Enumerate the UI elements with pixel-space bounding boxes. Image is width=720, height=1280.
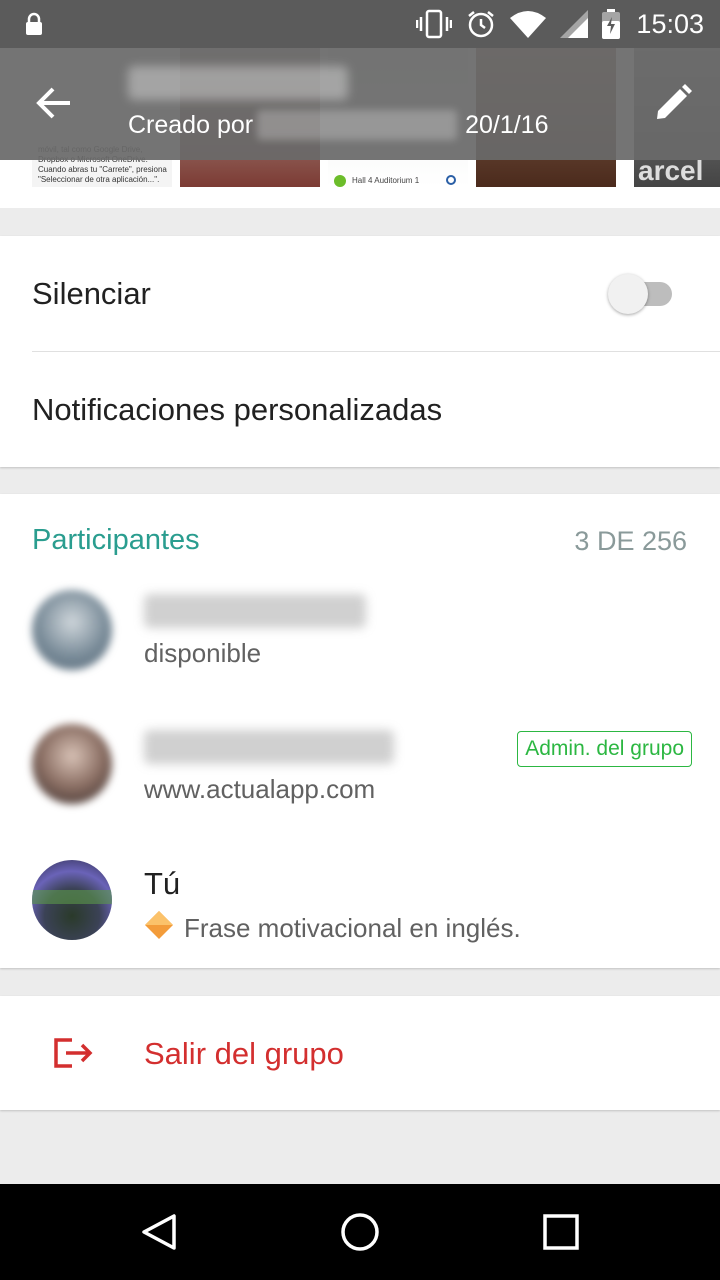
mute-row[interactable]: Silenciar <box>0 236 720 352</box>
status-icons <box>415 9 620 44</box>
exit-card[interactable]: Salir del grupo <box>0 996 720 1110</box>
created-by-label: Creado por <box>128 110 254 139</box>
location-badge-icon <box>334 175 346 187</box>
battery-charging-icon <box>602 9 620 44</box>
exit-icon <box>52 1036 94 1075</box>
toggle-knob <box>608 274 648 314</box>
lock-icon <box>24 12 44 41</box>
participants-card: Participantes 3 DE 256 disponible Admin.… <box>0 494 720 968</box>
signal-icon <box>560 10 588 43</box>
participant-row[interactable]: Admin. del grupo www.actualapp.com <box>0 712 720 848</box>
group-title-blurred <box>128 66 348 100</box>
avatar-photo-detail <box>32 890 112 904</box>
admin-badge: Admin. del grupo <box>517 731 692 767</box>
mute-toggle[interactable] <box>608 274 674 314</box>
status-bar: 15:03 <box>0 0 720 48</box>
alarm-icon <box>466 9 496 44</box>
status-time: 15:03 <box>636 9 704 39</box>
pencil-icon[interactable] <box>654 84 692 127</box>
participant-status: disponible <box>144 638 262 668</box>
avatar[interactable] <box>32 590 112 670</box>
home-circle-icon[interactable] <box>340 1212 380 1257</box>
recents-square-icon[interactable] <box>542 1212 580 1257</box>
arrow-back-icon[interactable] <box>36 86 72 125</box>
back-triangle-icon[interactable] <box>138 1212 182 1257</box>
settings-card: Silenciar Notificaciones personalizadas <box>0 236 720 467</box>
participant-name-blurred <box>144 730 394 764</box>
participants-count: 3 DE 256 <box>574 526 687 556</box>
app-bar: Creado por 20/1/16 <box>0 48 720 160</box>
creator-name-blurred <box>257 110 458 140</box>
custom-notifications-label: Notificaciones personalizadas <box>32 392 443 427</box>
participant-name-blurred <box>144 594 366 628</box>
created-date: 20/1/16 <box>465 110 549 139</box>
participant-name: Tú <box>144 866 181 901</box>
wifi-icon <box>510 10 546 43</box>
orange-diamond-icon <box>144 910 174 947</box>
vibrate-icon <box>415 9 453 44</box>
map-pin-icon <box>446 175 456 185</box>
mute-label: Silenciar <box>32 276 151 311</box>
participant-status-row: Frase motivacional en inglés. <box>144 910 521 947</box>
group-subtitle: Creado por 20/1/16 <box>128 110 549 140</box>
thumbnail-caption: Hall 4 Auditorium 1 <box>352 176 420 185</box>
participant-status: Frase motivacional en inglés. <box>184 913 521 943</box>
avatar[interactable] <box>32 860 112 940</box>
avatar[interactable] <box>32 724 112 804</box>
participant-row[interactable]: Tú Frase motivacional en inglés. <box>0 848 720 968</box>
navigation-bar <box>0 1184 720 1280</box>
participant-row[interactable]: disponible <box>0 576 720 712</box>
participants-title: Participantes <box>32 524 200 556</box>
exit-group-label: Salir del grupo <box>144 1036 344 1071</box>
participant-status: www.actualapp.com <box>144 774 376 804</box>
custom-notifications-row[interactable]: Notificaciones personalizadas <box>0 352 720 467</box>
